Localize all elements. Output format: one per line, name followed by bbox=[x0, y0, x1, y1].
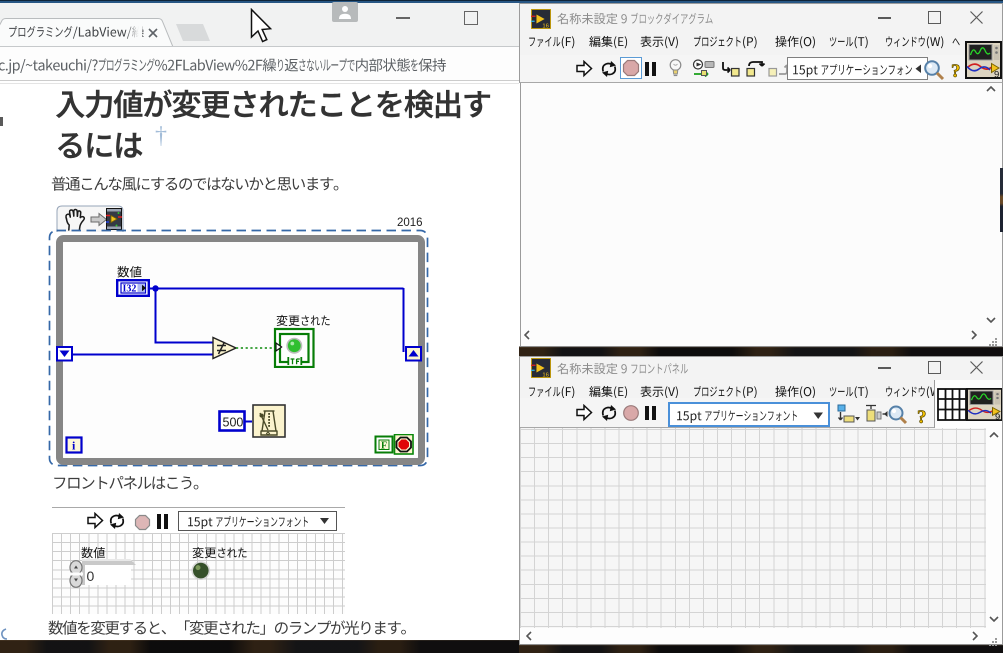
svg-text:?: ? bbox=[917, 407, 927, 427]
svg-text:500: 500 bbox=[223, 416, 244, 430]
svg-text:16: 16 bbox=[542, 373, 549, 378]
svg-text:I32: I32 bbox=[122, 284, 136, 295]
svg-text:?: ? bbox=[951, 61, 961, 81]
svg-text:0: 0 bbox=[87, 568, 95, 584]
svg-text:F: F bbox=[381, 441, 387, 452]
svg-text:9: 9 bbox=[994, 70, 999, 80]
svg-text:9: 9 bbox=[995, 412, 1000, 421]
svg-text:16: 16 bbox=[542, 24, 549, 29]
